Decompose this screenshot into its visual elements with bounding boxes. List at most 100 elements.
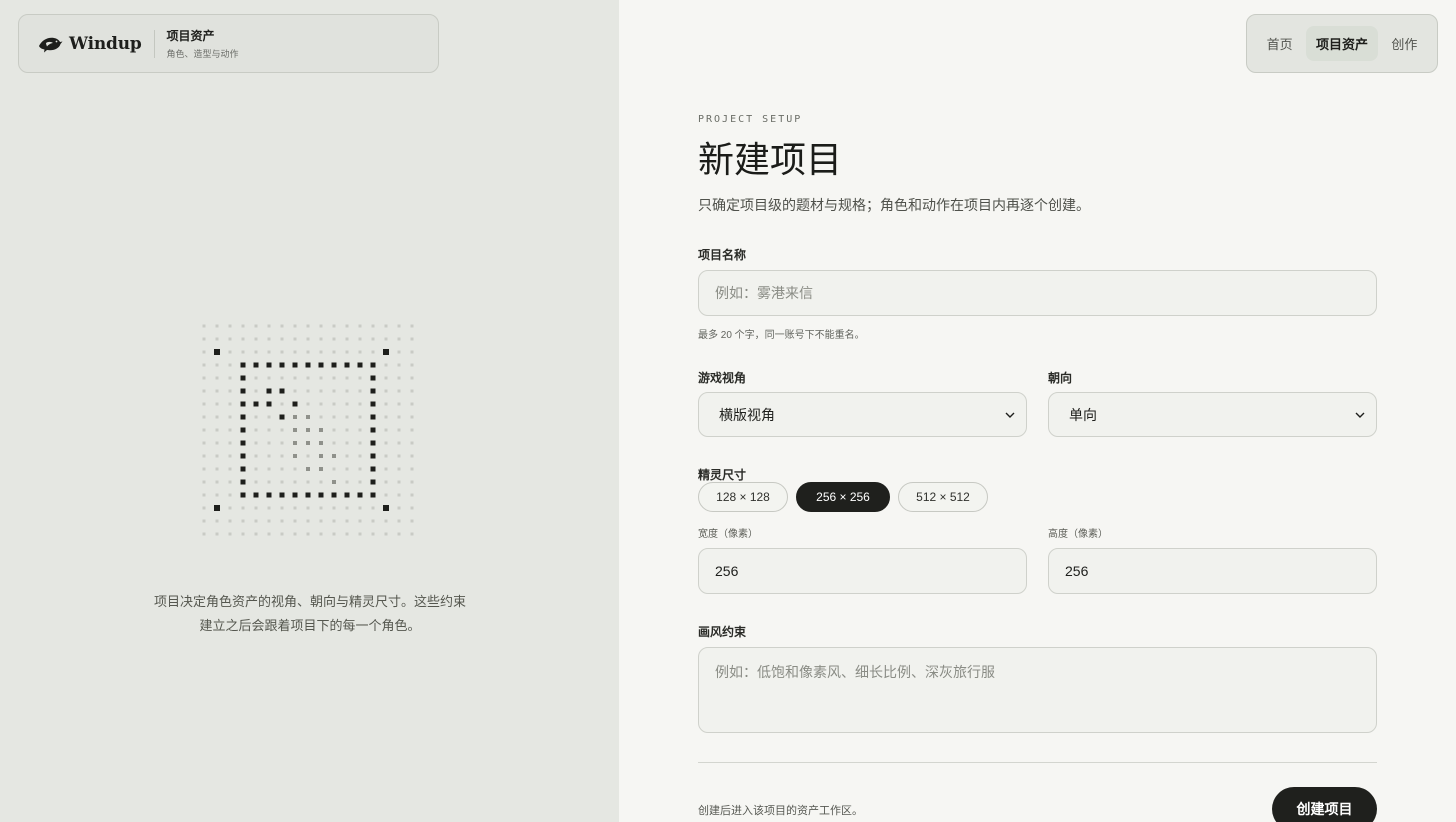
pixel-dot (345, 506, 349, 510)
pixel-dot (293, 441, 297, 445)
pixel-dot (266, 492, 272, 498)
pixel-dot (371, 350, 375, 354)
nav-item-project-assets[interactable]: 项目资产 (1305, 26, 1378, 61)
pixel-dot (332, 519, 336, 523)
pixel-dot (214, 505, 220, 511)
facing-select[interactable]: 单向 (1048, 392, 1377, 437)
pixel-dot (228, 389, 232, 393)
nav-item-home[interactable]: 首页 (1257, 26, 1303, 61)
pixel-dot (228, 324, 232, 328)
pixel-dot (306, 467, 310, 471)
pixel-dot (228, 480, 232, 484)
pixel-dot (384, 454, 388, 458)
pixel-dot (319, 441, 323, 445)
pixel-dot (279, 414, 285, 420)
pixel-dot (254, 441, 258, 445)
pixel-dot (306, 337, 310, 341)
size-chip-256[interactable]: 256 × 256 (796, 482, 890, 512)
pixel-dot (228, 467, 232, 471)
pixel-dot (397, 389, 401, 393)
width-input[interactable] (698, 548, 1027, 594)
pixel-dot (240, 479, 246, 485)
pixel-dot (357, 492, 363, 498)
pixel-dot (384, 467, 388, 471)
perspective-value: 横版视角 (719, 406, 775, 423)
pixel-dot (267, 454, 271, 458)
brand-name: Windup (69, 33, 142, 54)
pixel-dot (332, 532, 336, 536)
pixel-dot (280, 402, 284, 406)
pixel-dot (410, 467, 414, 471)
left-caption: 项目决定角色资产的视角、朝向与精灵尺寸。这些约束 建立之后会跟着项目下的每一个角… (120, 590, 500, 638)
pixel-dot (280, 454, 284, 458)
left-panel: Windup 项目资产 角色、造型与动作 项目决定角色资产的视角、朝向与精灵尺寸… (0, 0, 619, 822)
pixel-dot (345, 324, 349, 328)
pixel-dot (293, 324, 297, 328)
pixel-dot (410, 363, 414, 367)
style-textarea[interactable] (698, 647, 1377, 733)
pixel-dot (240, 388, 246, 394)
pixel-dot (280, 428, 284, 432)
project-name-label: 项目名称 (698, 248, 747, 262)
nav-item-create[interactable]: 创作 (1381, 26, 1427, 61)
chevron-down-icon (1004, 409, 1016, 421)
pixel-dot (332, 376, 336, 380)
width-label: 宽度（像素） (698, 529, 758, 540)
pixel-dot (410, 454, 414, 458)
pixel-dot (280, 519, 284, 523)
pixel-dot (358, 402, 362, 406)
pixel-dot (370, 401, 376, 407)
pixel-dot (410, 441, 414, 445)
pixel-dot (332, 428, 336, 432)
pixel-dot (240, 466, 246, 472)
pixel-dot (332, 402, 336, 406)
pixel-dot (371, 532, 375, 536)
brand-card[interactable]: Windup 项目资产 角色、造型与动作 (18, 14, 439, 73)
pixel-dot (358, 350, 362, 354)
perspective-select[interactable]: 横版视角 (698, 392, 1027, 437)
pixel-dot (306, 415, 310, 419)
pixel-dot (253, 362, 259, 368)
pixel-dot (306, 506, 310, 510)
size-chip-128[interactable]: 128 × 128 (698, 482, 788, 512)
pixel-dot (293, 454, 297, 458)
pixel-dot (202, 350, 206, 354)
pixel-dot (371, 324, 375, 328)
pixel-dot (358, 441, 362, 445)
pixel-dot (397, 402, 401, 406)
top-nav: 首页 项目资产 创作 (1246, 14, 1438, 73)
pixel-dot (384, 415, 388, 419)
pixel-dot (280, 350, 284, 354)
pixel-dot (280, 506, 284, 510)
pixel-dot (240, 427, 246, 433)
pixel-dot (370, 479, 376, 485)
pixel-dot (358, 415, 362, 419)
size-chip-512[interactable]: 512 × 512 (898, 482, 988, 512)
pixel-dot (215, 519, 219, 523)
pixel-dot (267, 532, 271, 536)
pixel-dot (345, 454, 349, 458)
height-input[interactable] (1048, 548, 1377, 594)
pixel-dot (344, 362, 350, 368)
height-label: 高度（像素） (1048, 529, 1108, 540)
pixel-dot (345, 376, 349, 380)
pixel-dot (410, 493, 414, 497)
pixel-dot (345, 480, 349, 484)
pixel-dot (267, 480, 271, 484)
pixel-dot (241, 506, 245, 510)
pixel-dot (384, 324, 388, 328)
project-name-input[interactable] (698, 270, 1377, 316)
create-project-button[interactable]: 创建项目 (1272, 787, 1377, 822)
pixel-dot (358, 506, 362, 510)
pixel-dot (240, 440, 246, 446)
pixel-dot (254, 467, 258, 471)
pixel-dot (370, 414, 376, 420)
pixel-dot (306, 532, 310, 536)
pixel-dot (332, 415, 336, 419)
pixel-dot (254, 532, 258, 536)
pixel-dot (293, 337, 297, 341)
pixel-dot (267, 519, 271, 523)
pixel-dot (254, 350, 258, 354)
pixel-dot (370, 375, 376, 381)
pixel-dot (410, 506, 414, 510)
